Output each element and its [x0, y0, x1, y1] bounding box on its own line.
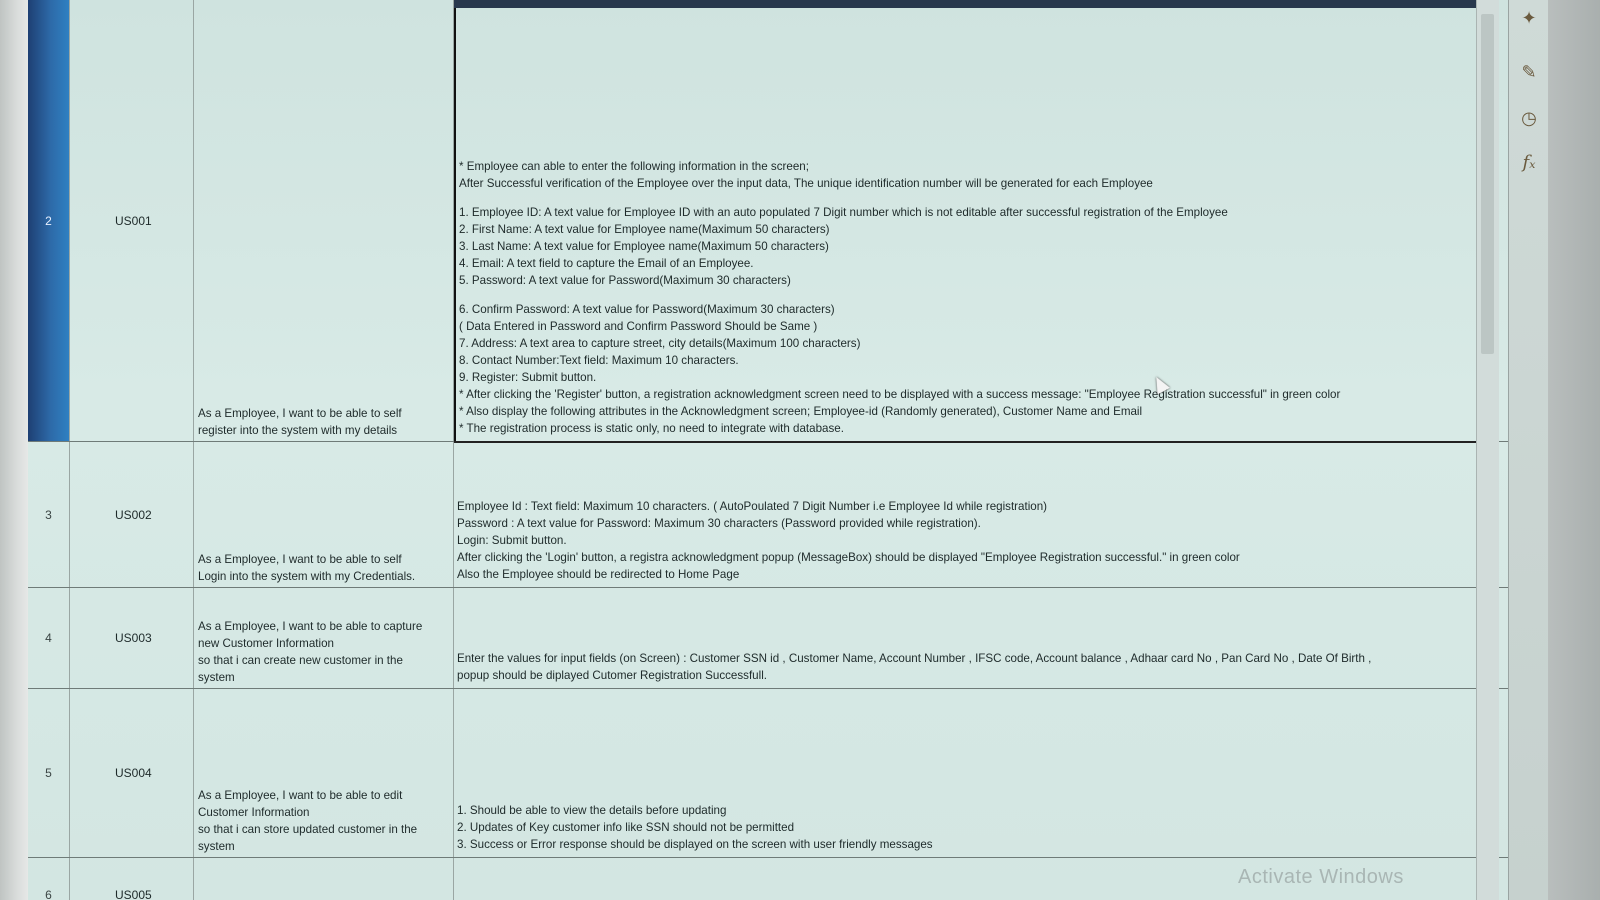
user-story[interactable]: As a Employee, I want to be able to self… — [194, 0, 454, 441]
function-icon[interactable]: fₓ — [1517, 150, 1541, 174]
story-line: system — [198, 671, 235, 684]
story-id[interactable]: US005 — [70, 858, 194, 900]
story-id[interactable]: US001 — [70, 0, 194, 441]
desc-line: popup should be diplayed Cutomer Registr… — [457, 669, 767, 682]
desc-line: * Also display the following attributes … — [459, 405, 1143, 418]
desc-line: Login: Submit button. — [457, 534, 567, 547]
desc-line: * The registration process is static onl… — [459, 422, 844, 435]
table-row[interactable]: 5 US004 As a Employee, I want to be able… — [28, 689, 1508, 858]
story-line: new Customer Information — [198, 637, 334, 650]
user-story[interactable]: As a Employee, I want to be able to edit… — [194, 689, 454, 857]
desc-line: * Employee can able to enter the followi… — [459, 160, 809, 173]
desc-line: Enter the values for input fields (on Sc… — [457, 652, 1372, 665]
acceptance-criteria[interactable]: Enter the values for input fields (on Sc… — [454, 588, 1508, 688]
table-row[interactable]: 2 US001 As a Employee, I want to be able… — [28, 0, 1508, 442]
desc-line: Employee Id : Text field: Maximum 10 cha… — [457, 500, 1048, 513]
desc-gap — [459, 289, 1505, 301]
story-id[interactable]: US004 — [70, 689, 194, 857]
table-row[interactable]: 3 US002 As a Employee, I want to be able… — [28, 442, 1508, 588]
story-line: so that i can store updated customer in … — [198, 823, 418, 836]
desc-line: 2. Updates of Key customer info like SSN… — [457, 821, 795, 834]
row-number[interactable]: 5 — [28, 689, 70, 857]
desc-gap — [459, 192, 1505, 204]
story-line: As a Employee, I want to be able to self — [198, 407, 402, 420]
story-line: Customer Information — [198, 806, 310, 819]
desc-line: 5. Password: A text value for Password(M… — [459, 274, 791, 287]
desc-line: * After clicking the 'Register' button, … — [459, 388, 1341, 401]
desc-line: 1. Should be able to view the details be… — [457, 804, 727, 817]
desc-line: ( Data Entered in Password and Confirm P… — [459, 320, 818, 333]
spreadsheet-grid[interactable]: 2 US001 As a Employee, I want to be able… — [28, 0, 1508, 900]
story-line: As a Employee, I want to be able to edit — [198, 789, 403, 802]
side-toolbar: ✦ ✎ ◷ fₓ — [1508, 0, 1549, 900]
desc-line: 8. Contact Number:Text field: Maximum 10… — [459, 354, 739, 367]
acceptance-criteria[interactable]: 1. Should be able to view the details be… — [454, 689, 1508, 857]
user-story[interactable]: As a Employee, I want to be able to capt… — [194, 588, 454, 688]
desc-line: 2. First Name: A text value for Employee… — [459, 223, 830, 236]
story-line: As a Employee, I want to be able to self — [198, 553, 402, 566]
row-number[interactable]: 6 — [28, 858, 70, 900]
user-story[interactable]: As a Employee, I want to be able to self… — [194, 442, 454, 587]
desc-line: 6. Confirm Password: A text value for Pa… — [459, 303, 835, 316]
story-id[interactable]: US003 — [70, 588, 194, 688]
insert-icon[interactable]: ✦ — [1517, 6, 1541, 30]
activate-windows-watermark: Activate Windows — [1238, 866, 1404, 888]
desc-line: 3. Success or Error response should be d… — [457, 838, 933, 851]
desc-line: 9. Register: Submit button. — [459, 371, 597, 384]
row-number[interactable]: 4 — [28, 588, 70, 688]
scrollbar-thumb[interactable] — [1481, 14, 1494, 354]
desc-line: Also the Employee should be redirected t… — [457, 568, 740, 581]
clock-icon[interactable]: ◷ — [1517, 106, 1541, 130]
row-number[interactable]: 3 — [28, 442, 70, 587]
acceptance-criteria[interactable]: Employee Id : Text field: Maximum 10 cha… — [454, 442, 1508, 587]
monitor-bezel-left — [0, 0, 28, 900]
window-top-edge — [454, 0, 1476, 8]
story-line: system — [198, 840, 235, 853]
desc-line: 7. Address: A text area to capture stree… — [459, 337, 861, 350]
story-line: As a Employee, I want to be able to capt… — [198, 620, 423, 633]
story-id[interactable]: US002 — [70, 442, 194, 587]
story-line: register into the system with my details — [198, 424, 398, 437]
desc-line: After clicking the 'Login' button, a reg… — [457, 551, 1240, 564]
acceptance-criteria[interactable]: * Employee can able to enter the followi… — [454, 0, 1508, 441]
story-line: so that i can create new customer in the — [198, 654, 403, 667]
selection-border — [454, 441, 1476, 443]
comment-icon[interactable]: ✎ — [1517, 60, 1541, 84]
row-number[interactable]: 2 — [28, 0, 70, 441]
desc-line: After Successful verification of the Emp… — [459, 177, 1153, 190]
table-row[interactable]: 4 US003 As a Employee, I want to be able… — [28, 588, 1508, 689]
monitor-bezel-right — [1548, 0, 1600, 900]
story-line: Login into the system with my Credential… — [198, 570, 416, 583]
desc-line: 1. Employee ID: A text value for Employe… — [459, 206, 1228, 219]
vertical-scrollbar[interactable] — [1476, 0, 1499, 900]
desc-line: 3. Last Name: A text value for Employee … — [459, 240, 829, 253]
desc-line: Password : A text value for Password: Ma… — [457, 517, 981, 530]
desc-line: 4. Email: A text field to capture the Em… — [459, 257, 754, 270]
user-story[interactable] — [194, 858, 454, 900]
